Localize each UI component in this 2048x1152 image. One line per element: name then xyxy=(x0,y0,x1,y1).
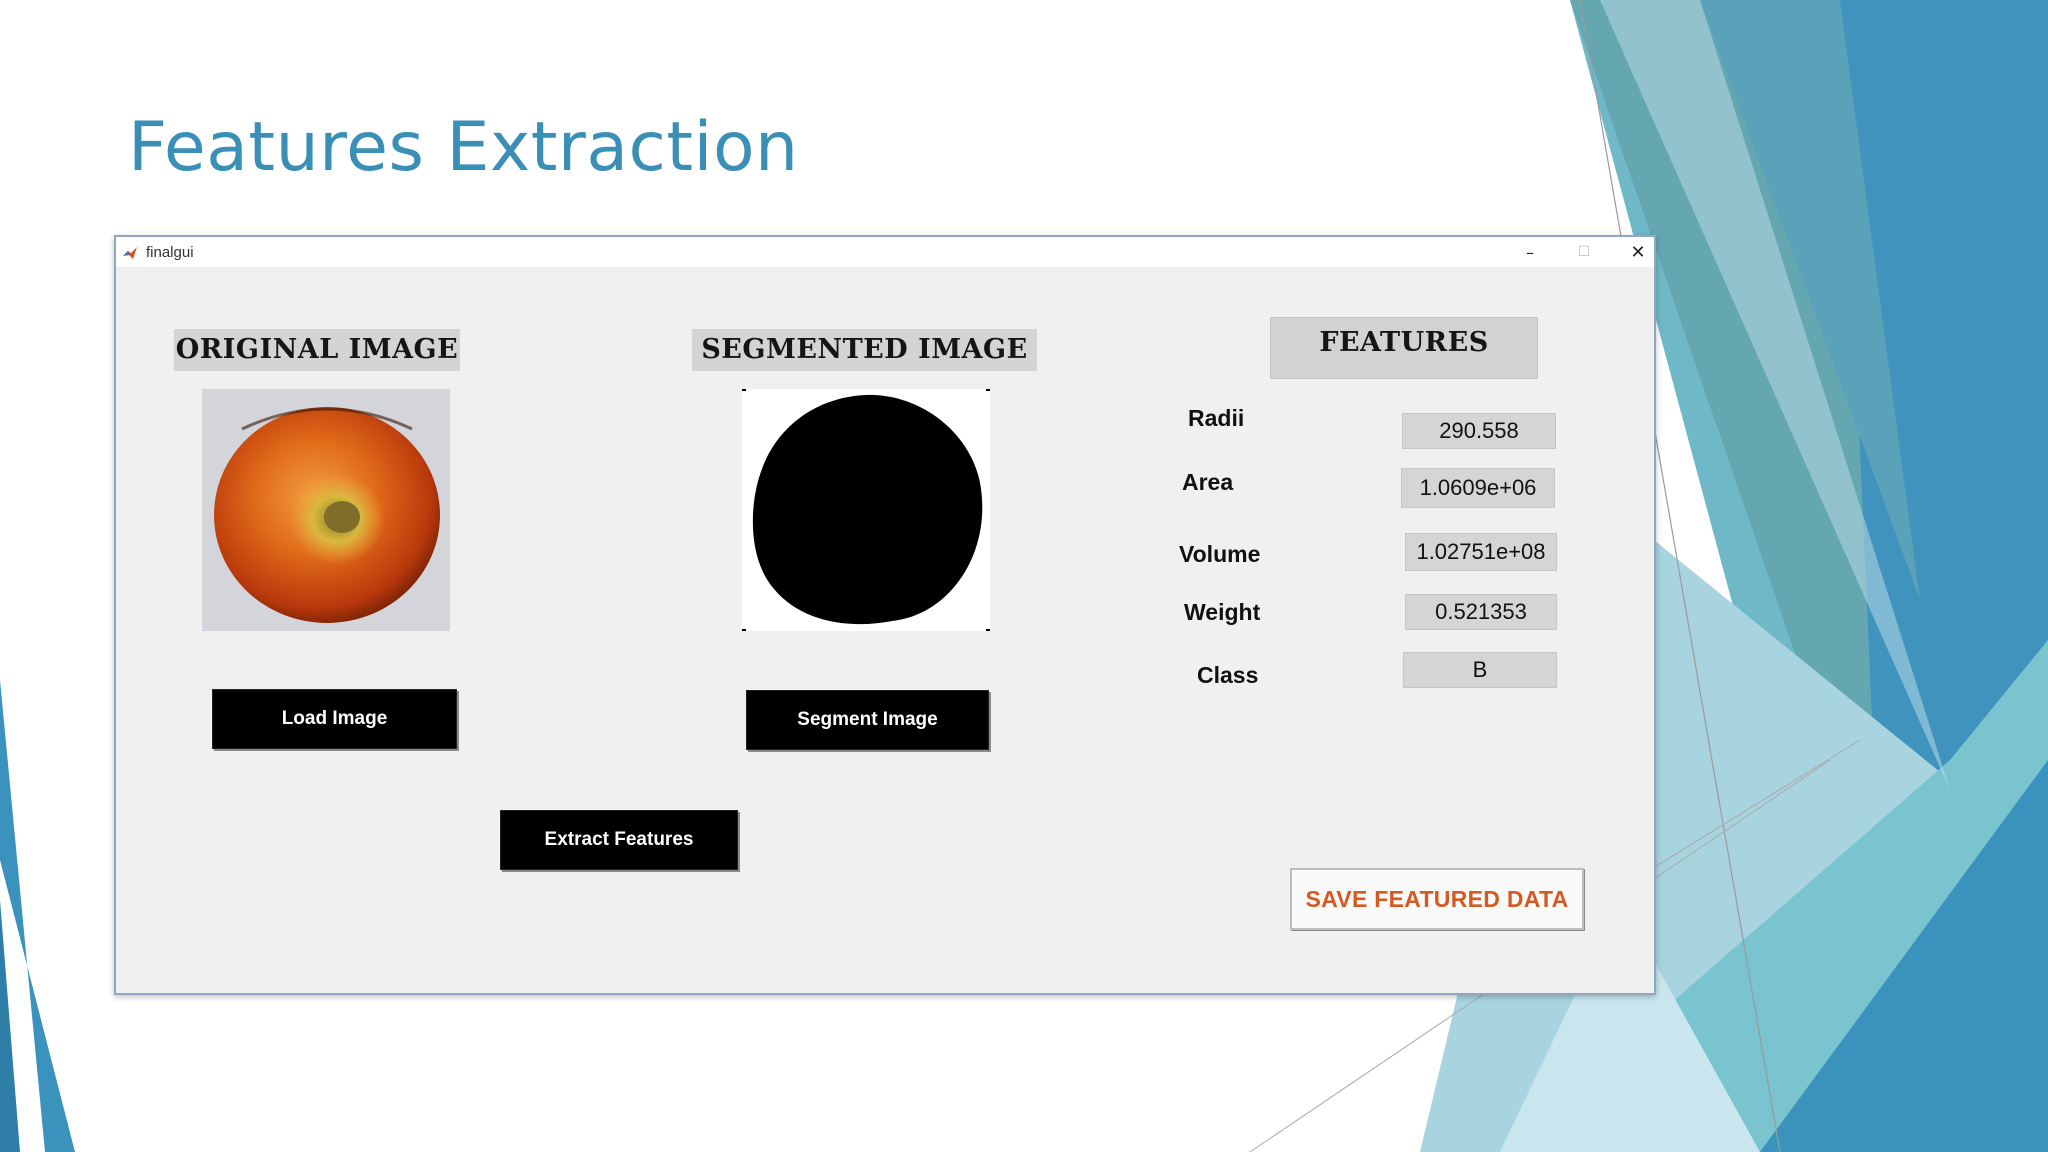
close-icon[interactable]: ✕ xyxy=(1614,237,1662,267)
segment-image-button[interactable]: Segment Image xyxy=(746,690,989,750)
matlab-icon xyxy=(122,245,138,261)
extract-features-button[interactable]: Extract Features xyxy=(500,810,738,870)
original-image-heading: ORIGINAL IMAGE xyxy=(174,329,460,371)
finalgui-window: finalgui – ☐ ✕ ORIGINAL IMAGE SEGMENTED … xyxy=(114,235,1656,995)
weight-value: 0.521353 xyxy=(1405,594,1557,630)
original-image xyxy=(202,389,450,631)
load-image-button[interactable]: Load Image xyxy=(212,689,457,749)
slide-title: Features Extraction xyxy=(128,108,799,187)
volume-value: 1.02751e+08 xyxy=(1405,533,1557,571)
window-titlebar[interactable]: finalgui – ☐ ✕ xyxy=(116,237,1654,267)
area-label: Area xyxy=(1182,469,1234,495)
area-value: 1.0609e+06 xyxy=(1401,468,1555,508)
radii-value: 290.558 xyxy=(1402,413,1556,449)
features-heading: FEATURES xyxy=(1270,317,1538,379)
volume-label: Volume xyxy=(1179,541,1261,567)
weight-label: Weight xyxy=(1184,599,1261,625)
segmented-image xyxy=(742,389,990,631)
window-title: finalgui xyxy=(146,244,194,261)
minimize-icon[interactable]: – xyxy=(1506,237,1554,267)
class-label: Class xyxy=(1197,662,1259,688)
segmented-image-heading: SEGMENTED IMAGE xyxy=(692,329,1037,371)
maximize-icon[interactable]: ☐ xyxy=(1560,237,1608,267)
save-featured-data-button[interactable]: SAVE FEATURED DATA xyxy=(1290,868,1584,930)
radii-label: Radii xyxy=(1188,405,1245,431)
class-value: B xyxy=(1403,652,1557,688)
